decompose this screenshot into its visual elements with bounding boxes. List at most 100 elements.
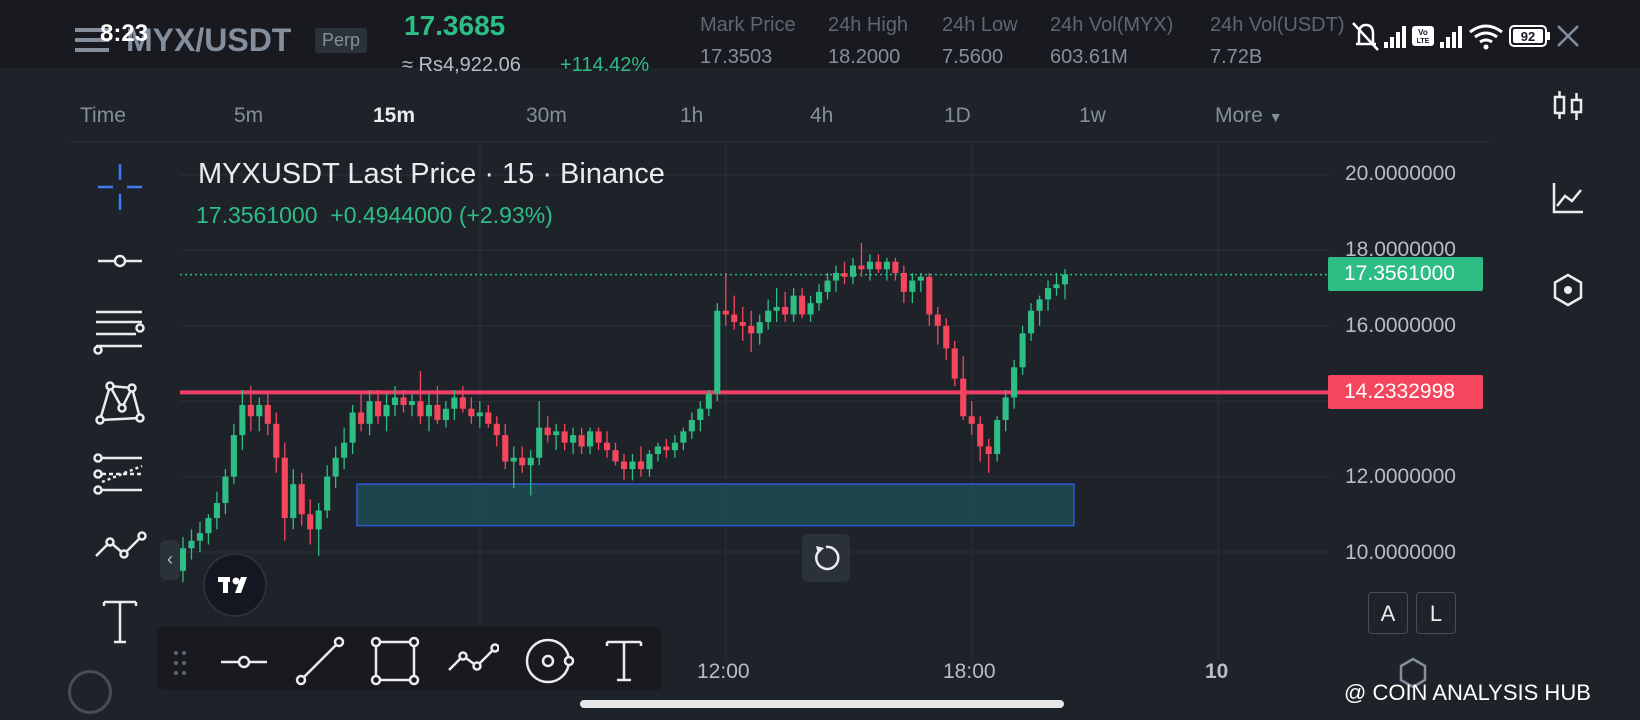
home-indicator[interactable] (580, 700, 1064, 708)
candle (425, 393, 432, 432)
candle-body (527, 457, 534, 466)
candle-body (1061, 274, 1069, 285)
candle (536, 401, 543, 466)
candle (230, 423, 237, 485)
collapse-toolbar-button[interactable]: ‹ (160, 540, 180, 580)
candle-body (680, 431, 687, 443)
candle (671, 435, 678, 458)
candle (841, 261, 848, 285)
candle-body (1044, 288, 1052, 300)
candle (196, 521, 204, 552)
reset-chart-button[interactable] (802, 534, 850, 582)
candle-body (459, 397, 466, 409)
candle (1036, 295, 1043, 326)
candle-body (366, 401, 373, 424)
candle-body (476, 412, 483, 417)
y-tick: 20.0000000 (1345, 162, 1456, 185)
candle-body (654, 446, 661, 454)
candle-body (612, 450, 619, 462)
candle (307, 499, 314, 545)
log-scale-button[interactable]: L (1416, 592, 1456, 634)
candle (943, 318, 950, 360)
candle (960, 355, 967, 421)
candle (603, 431, 611, 458)
candle (375, 389, 382, 424)
candle-body (663, 446, 670, 451)
chevron-left-icon: ‹ (167, 549, 173, 569)
candle-body (341, 442, 348, 458)
candle-body (256, 404, 263, 417)
candle-body (578, 435, 585, 447)
candle-body (816, 291, 823, 304)
auto-scale-button[interactable]: A (1368, 592, 1408, 634)
path-tool-icon[interactable] (445, 634, 499, 686)
candle-body (587, 431, 594, 447)
candle (383, 393, 390, 432)
circle-tool-icon[interactable] (521, 634, 575, 686)
candle-body (714, 310, 721, 394)
candle-body (892, 261, 899, 274)
drag-handle-icon[interactable] (170, 648, 190, 678)
candle (510, 446, 517, 488)
candle (366, 389, 373, 436)
support-zone-rectangle[interactable] (356, 483, 1075, 527)
candle (680, 427, 687, 451)
candle (273, 412, 280, 473)
candle (866, 254, 873, 281)
candle-body (510, 457, 517, 462)
tradingview-logo (203, 553, 267, 617)
candle (705, 389, 712, 417)
candle (315, 502, 322, 556)
candle (553, 423, 560, 451)
trend-line-tool-icon[interactable] (293, 634, 347, 686)
candle (714, 303, 721, 402)
candle (934, 306, 941, 345)
candle (239, 389, 246, 451)
chart-last-change: 17.3561000 +0.4944000 (+2.93%) (196, 202, 553, 229)
candle-body (273, 423, 280, 458)
text-annotation-tool-icon[interactable] (597, 634, 651, 686)
candle (1061, 269, 1069, 300)
candle (281, 442, 288, 541)
candle (485, 404, 492, 428)
candle-body (883, 261, 890, 270)
candle (1044, 280, 1052, 311)
candle (748, 310, 755, 353)
candle (909, 273, 916, 304)
candle-body (493, 423, 500, 436)
candle-body (332, 457, 339, 477)
candle (502, 423, 509, 470)
tradingview-logo-icon (218, 577, 247, 593)
candle-body (849, 265, 857, 277)
candle (790, 288, 797, 323)
candle (765, 299, 772, 330)
candle-body (917, 276, 924, 281)
candle-body (595, 431, 602, 443)
candle-body (603, 442, 611, 451)
candle (341, 427, 348, 470)
candle-body (307, 514, 314, 530)
candle-body (536, 427, 543, 458)
candle-body (858, 265, 865, 270)
refresh-icon (815, 545, 840, 571)
candle-body (1011, 367, 1018, 398)
rectangle-tool-icon[interactable] (368, 634, 422, 686)
candle-body (349, 412, 356, 443)
candle-body (290, 484, 297, 519)
candle (1019, 325, 1026, 375)
horizontal-line-tool-icon[interactable] (217, 634, 271, 686)
candle-body (637, 461, 645, 470)
candle-body (900, 273, 907, 292)
candle-body (315, 510, 322, 530)
candle-body (697, 408, 704, 421)
candle (883, 257, 890, 281)
candle-body (968, 416, 975, 424)
candle (807, 295, 814, 323)
candle (731, 295, 738, 330)
candle (892, 257, 899, 281)
candle (349, 404, 356, 454)
candle (213, 491, 220, 530)
y-tick: 10.0000000 (1345, 541, 1456, 564)
candle (264, 393, 271, 436)
candle-body (1019, 333, 1026, 368)
